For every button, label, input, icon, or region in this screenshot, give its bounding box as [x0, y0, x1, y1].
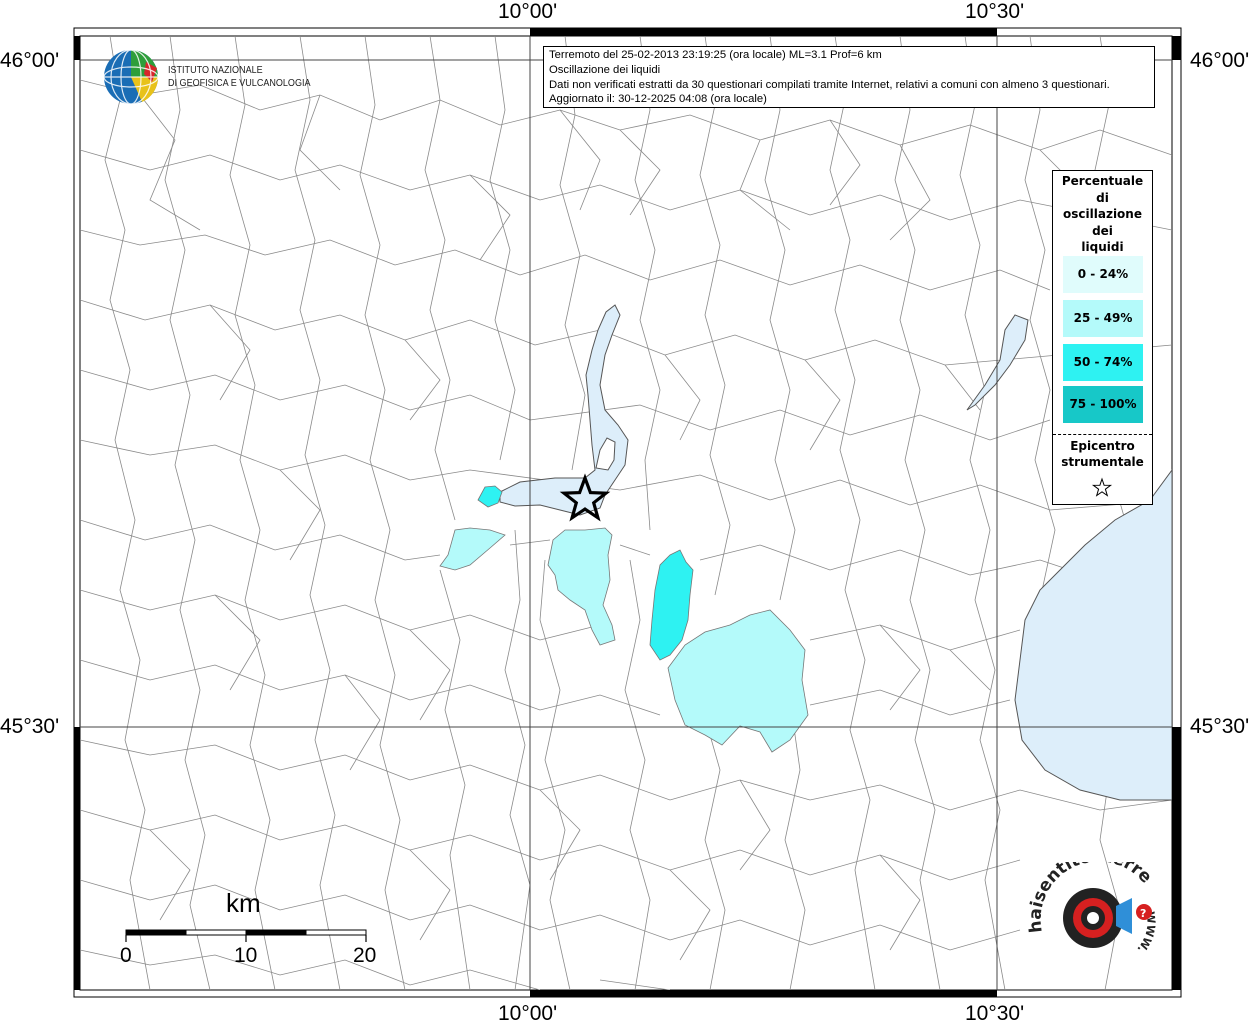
- map-subject: Oscillazione dei liquidi: [549, 63, 661, 76]
- legend-title-line: oscillazione: [1063, 207, 1142, 221]
- legend-epicenter-label: Epicentro strumentale: [1053, 438, 1152, 470]
- legend: Percentuale di oscillazione dei liquidi …: [1052, 170, 1153, 505]
- update-time: Aggiornato il: 30-12-2025 04:08 (ora loc…: [549, 93, 767, 106]
- scale-unit: km: [226, 888, 261, 918]
- haisentito-logo-icon: haisentitoilterremoto.it WWW. ?: [1028, 862, 1158, 955]
- legend-item-50-74: 50 - 74%: [1063, 344, 1143, 381]
- scale-label-0: 0: [120, 944, 132, 967]
- legend-title-line: Percentuale: [1061, 174, 1144, 188]
- lat-label-right-4600: 46°00': [1190, 49, 1250, 72]
- lat-label-right-4530: 45°30': [1190, 715, 1250, 738]
- lon-label-top-1030: 10°30': [965, 0, 1025, 23]
- ingv-line2: DI GEOFISICA E VULCANOLOGIA: [168, 77, 311, 89]
- data-note: Dati non verificati estratti da 30 quest…: [549, 78, 1110, 91]
- svg-text:?: ?: [1140, 907, 1146, 920]
- ingv-line1: ISTITUTO NAZIONALE: [168, 64, 263, 76]
- scale-label-10: 10: [234, 944, 258, 967]
- legend-item-0-24: 0 - 24%: [1063, 256, 1143, 293]
- legend-divider: [1053, 434, 1152, 435]
- legend-title: Percentuale di oscillazione dei liquidi: [1053, 173, 1152, 256]
- legend-epicenter-line: strumentale: [1061, 455, 1144, 469]
- legend-title-line: dei: [1092, 223, 1113, 238]
- legend-title-line: di: [1096, 190, 1109, 205]
- lat-label-left-4600: 46°00': [0, 49, 60, 72]
- event-info-box: Terremoto del 25-02-2013 23:19:25 (ora l…: [543, 46, 1155, 108]
- legend-item-75-100: 75 - 100%: [1063, 386, 1143, 423]
- legend-title-line: liquidi: [1081, 240, 1124, 254]
- legend-star-icon: [1091, 477, 1113, 497]
- lon-label-top-1000: 10°00': [498, 0, 558, 23]
- lon-label-bottom-1030: 10°30': [965, 1002, 1025, 1025]
- legend-epicenter-line: Epicentro: [1070, 439, 1135, 453]
- lat-label-left-4530: 45°30': [0, 715, 60, 738]
- map-area: [79, 35, 1173, 991]
- globe-logo-icon: [103, 49, 159, 105]
- legend-item-25-49: 25 - 49%: [1063, 300, 1143, 337]
- scale-label-20: 20: [353, 944, 377, 967]
- ingv-logo-text: ISTITUTO NAZIONALE DI GEOFISICA E VULCAN…: [168, 64, 311, 90]
- event-title: Terremoto del 25-02-2013 23:19:25 (ora l…: [549, 49, 882, 61]
- lon-label-bottom-1000: 10°00': [498, 1002, 558, 1025]
